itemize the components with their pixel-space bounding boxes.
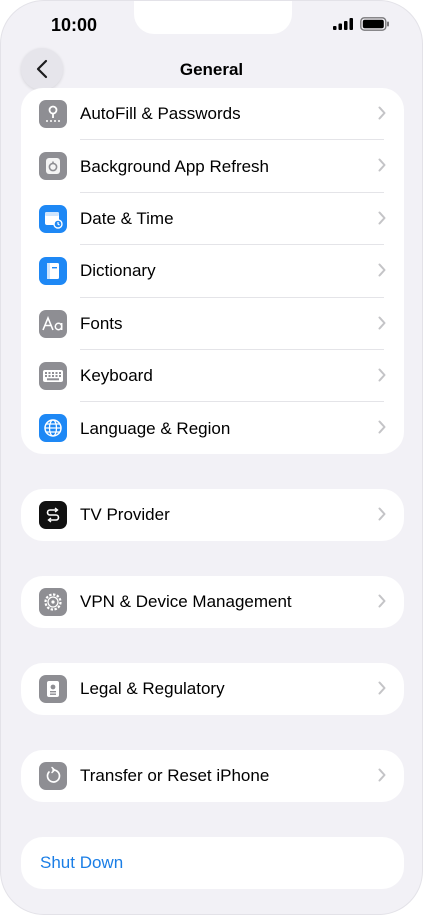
chevron-right-icon [378, 368, 386, 382]
document-icon [39, 675, 67, 703]
book-icon [39, 257, 67, 286]
phone-screen: 10:00 General AutoFill & Passwords Backg… [0, 0, 423, 915]
row-label: Background App Refresh [80, 156, 270, 176]
row-fonts[interactable]: Fonts [21, 298, 404, 350]
shut-down-button[interactable]: Shut Down [21, 837, 404, 889]
keyboard-icon [39, 361, 67, 390]
notch [134, 1, 292, 34]
battery-icon [360, 17, 389, 31]
row-vpn-device-management[interactable]: VPN & Device Management [21, 576, 404, 628]
chevron-right-icon [378, 420, 386, 434]
chevron-right-icon [378, 681, 386, 695]
globe-icon [39, 414, 67, 443]
shut-down-label: Shut Down [40, 853, 124, 873]
key-icon [39, 100, 67, 128]
row-dictionary[interactable]: Dictionary [21, 245, 404, 298]
row-label: TV Provider [80, 505, 170, 525]
chevron-right-icon [378, 768, 386, 782]
row-label: Fonts [80, 313, 123, 333]
row-label: Language & Region [80, 418, 231, 438]
chevron-right-icon [378, 158, 386, 172]
row-transfer-reset[interactable]: Transfer or Reset iPhone [21, 750, 404, 802]
page-title: General [179, 60, 244, 79]
chevron-right-icon [378, 316, 386, 330]
settings-group-transfer: Transfer or Reset iPhone [21, 750, 404, 802]
settings-group-tv: TV Provider [21, 489, 404, 541]
fonts-icon [39, 309, 67, 338]
settings-group-vpn: VPN & Device Management [21, 576, 404, 628]
row-label: VPN & Device Management [80, 592, 292, 612]
row-label: Keyboard [80, 366, 153, 386]
tv-provider-icon [39, 501, 67, 529]
chevron-right-icon [378, 507, 386, 521]
row-label: Legal & Regulatory [80, 679, 225, 699]
status-indicators [333, 17, 390, 31]
chevron-right-icon [378, 594, 386, 608]
status-time: 10:00 [51, 15, 98, 35]
chevron-right-icon [378, 263, 386, 277]
row-label: Date & Time [80, 208, 174, 228]
settings-group-legal: Legal & Regulatory [21, 663, 404, 715]
row-label: AutoFill & Passwords [80, 104, 241, 124]
calendar-clock-icon [39, 204, 67, 233]
chevron-right-icon [378, 211, 386, 225]
signal-icon [333, 18, 353, 30]
row-date-time[interactable]: Date & Time [21, 193, 404, 246]
settings-group-shutdown: Shut Down [21, 837, 404, 889]
gear-icon [39, 588, 67, 616]
row-background-app-refresh[interactable]: Background App Refresh [21, 140, 404, 193]
reset-icon [39, 762, 67, 790]
row-label: Transfer or Reset iPhone [80, 766, 270, 786]
row-language-region[interactable]: Language & Region [21, 402, 404, 454]
refresh-icon [39, 152, 67, 181]
row-label: Dictionary [80, 261, 156, 281]
row-legal-regulatory[interactable]: Legal & Regulatory [21, 663, 404, 715]
row-keyboard[interactable]: Keyboard [21, 350, 404, 403]
chevron-right-icon [378, 106, 386, 120]
row-autofill-passwords[interactable]: AutoFill & Passwords [21, 88, 404, 141]
settings-group-main: AutoFill & Passwords Background App Refr… [21, 88, 404, 454]
row-tv-provider[interactable]: TV Provider [21, 489, 404, 541]
